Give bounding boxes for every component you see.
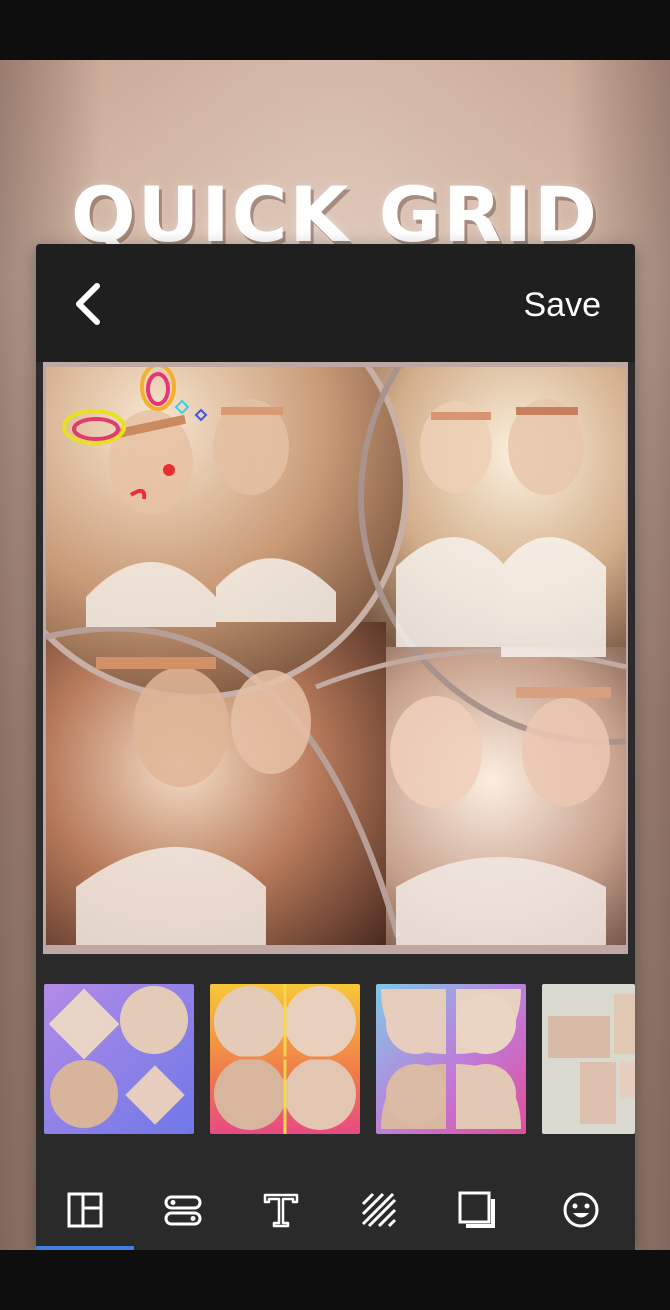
template-thumb-1-art (48, 986, 188, 1128)
collage-photos (46, 367, 626, 945)
layout-icon (67, 1192, 103, 1228)
template-thumb-3[interactable] (376, 984, 526, 1134)
editor-toolbar (36, 1164, 635, 1250)
spacing-icon (164, 1195, 202, 1226)
frame-icon (458, 1191, 495, 1228)
save-button[interactable]: Save (524, 280, 602, 330)
layout-template-strip[interactable] (36, 954, 635, 1164)
pattern-icon (361, 1192, 397, 1228)
app-header: Save (36, 244, 635, 362)
tool-pattern[interactable] (349, 1180, 409, 1240)
template-thumb-2-art (210, 984, 360, 1134)
template-thumb-2[interactable] (210, 984, 360, 1134)
system-status-bar (0, 0, 670, 60)
tool-sticker[interactable] (551, 1180, 611, 1240)
chevron-left-icon (76, 283, 100, 325)
collage-frame (46, 367, 626, 945)
tool-frame[interactable] (447, 1180, 507, 1240)
tool-text[interactable] (251, 1180, 311, 1240)
system-navigation-bar (0, 1250, 670, 1310)
template-thumb-3-art (381, 989, 521, 1129)
app-screen: Save (36, 244, 635, 1250)
tool-layout[interactable] (55, 1180, 115, 1240)
text-icon (263, 1193, 299, 1228)
template-thumb-4-art (548, 994, 635, 1124)
tool-spacing[interactable] (153, 1180, 213, 1240)
collage-canvas[interactable] (43, 362, 628, 954)
template-thumb-1[interactable] (44, 984, 194, 1134)
template-thumb-4[interactable] (542, 984, 635, 1134)
sticker-icon (563, 1192, 599, 1228)
back-button[interactable] (60, 274, 116, 334)
